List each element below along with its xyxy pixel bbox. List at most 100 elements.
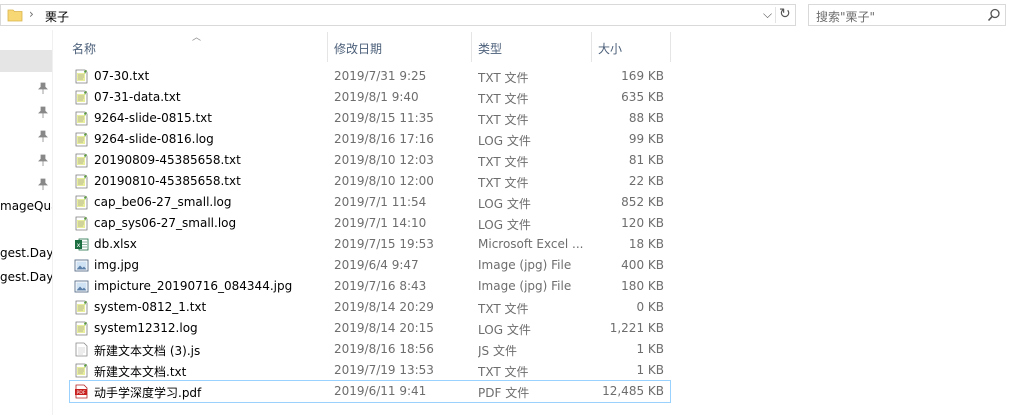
file-type: LOG 文件 xyxy=(478,134,531,148)
file-size: 169 KB xyxy=(621,69,664,83)
file-type: JS 文件 xyxy=(478,344,517,358)
navigation-pane: mageQua gest.Day.l gest.Day.l xyxy=(0,30,52,415)
address-bar[interactable]: › 栗子 ⌵ ↻ xyxy=(0,4,796,26)
file-row[interactable]: 20190809-45385658.txt 2019/8/10 12:03 TXT … xyxy=(70,150,670,171)
pin-icon[interactable] xyxy=(38,154,48,166)
file-type: Image (jpg) File xyxy=(478,258,572,272)
chevron-right-icon[interactable]: › xyxy=(29,7,34,21)
file-size: 18 KB xyxy=(628,237,664,251)
svg-text:x: x xyxy=(77,241,81,249)
file-type: TXT 文件 xyxy=(478,365,529,379)
file-size: 0 KB xyxy=(636,300,664,314)
text-file-icon xyxy=(74,132,89,147)
file-row[interactable]: 新建文本文档 (3).js 2019/8/16 18:56 JS 文件 1 KB xyxy=(70,339,670,360)
column-header-size[interactable]: 大小 xyxy=(598,36,670,60)
file-row[interactable]: 9264-slide-0816.log 2019/8/16 17:16 LOG 文件… xyxy=(70,129,670,150)
svg-text:PDF: PDF xyxy=(77,390,86,396)
text-file-icon xyxy=(74,90,89,105)
file-name: 新建文本文档 (3).js xyxy=(94,344,201,358)
file-date: 2019/8/10 12:03 xyxy=(334,153,434,167)
file-type: TXT 文件 xyxy=(478,113,529,127)
file-name: 20190810-45385658.txt xyxy=(94,174,241,188)
text-file-icon xyxy=(74,153,89,168)
pin-icon[interactable] xyxy=(38,106,48,118)
file-size: 22 KB xyxy=(628,174,664,188)
file-row[interactable]: 07-31-data.txt 2019/8/1 9:40 TXT 文件 635 KB xyxy=(70,87,670,108)
nav-selected-item[interactable] xyxy=(0,50,52,72)
pin-icon[interactable] xyxy=(38,82,48,94)
column-header-date[interactable]: 修改日期 xyxy=(334,36,470,60)
column-divider[interactable] xyxy=(471,32,472,62)
text-file-icon xyxy=(74,321,89,336)
file-type: TXT 文件 xyxy=(478,155,529,169)
pdf-file-icon: PDF xyxy=(74,384,89,399)
file-row[interactable]: img.jpg 2019/6/4 9:47 Image (jpg) File 400 … xyxy=(70,255,670,276)
file-name: system-0812_1.txt xyxy=(94,300,207,314)
file-name: img.jpg xyxy=(94,258,140,272)
chevron-down-icon[interactable]: ⌵ xyxy=(763,7,772,22)
file-date: 2019/6/4 9:47 xyxy=(334,258,419,272)
file-size: 400 KB xyxy=(621,258,664,272)
file-name: 9264-slide-0815.txt xyxy=(94,111,212,125)
file-row[interactable]: 20190810-45385658.txt 2019/8/10 12:00 TXT … xyxy=(70,171,670,192)
text-file-icon xyxy=(74,300,89,315)
file-size: 12,485 KB xyxy=(602,384,664,398)
file-size: 120 KB xyxy=(621,216,664,230)
file-name: 9264-slide-0816.log xyxy=(94,132,214,146)
file-row[interactable]: cap_sys06-27_small.log 2019/7/1 14:10 LOG … xyxy=(70,213,670,234)
breadcrumb-item[interactable]: 栗子 xyxy=(45,8,69,25)
file-size: 635 KB xyxy=(621,90,664,104)
file-type: TXT 文件 xyxy=(478,71,529,85)
js-file-icon xyxy=(74,342,89,357)
column-divider[interactable] xyxy=(670,32,671,62)
file-date: 2019/6/11 9:41 xyxy=(334,384,427,398)
file-row[interactable]: 07-30.txt 2019/7/31 9:25 TXT 文件 169 KB xyxy=(70,66,670,87)
file-row[interactable]: PDF 动手学深度学习.pdf 2019/6/11 9:41 PDF 文件 12,485… xyxy=(69,380,671,403)
file-size: 81 KB xyxy=(628,153,664,167)
search-icon[interactable] xyxy=(987,8,1001,22)
nav-item[interactable]: gest.Day.l xyxy=(0,270,52,284)
file-list: 07-30.txt 2019/7/31 9:25 TXT 文件 169 KB 07-31… xyxy=(69,66,671,403)
file-name: impicture_20190716_084344.jpg xyxy=(94,279,293,293)
file-name: cap_be06-27_small.log xyxy=(94,195,232,209)
search-input[interactable]: 搜索"栗子" xyxy=(808,4,1006,26)
text-file-icon xyxy=(74,216,89,231)
text-file-icon xyxy=(74,363,89,378)
file-size: 1 KB xyxy=(636,342,664,356)
file-type: PDF 文件 xyxy=(478,386,530,400)
file-name: db.xlsx xyxy=(94,237,137,251)
file-row[interactable]: system12312.log 2019/8/14 20:15 LOG 文件 1,22… xyxy=(70,318,670,339)
image-file-icon xyxy=(74,279,89,294)
file-row[interactable]: 新建文本文档.txt 2019/7/19 13:53 TXT 文件 1 KB xyxy=(70,360,670,381)
pin-icon[interactable] xyxy=(38,178,48,190)
file-date: 2019/7/15 19:53 xyxy=(334,237,434,251)
pin-icon[interactable] xyxy=(38,130,48,142)
column-divider[interactable] xyxy=(327,32,328,62)
file-name: 新建文本文档.txt xyxy=(94,365,187,379)
column-header-type[interactable]: 类型 xyxy=(478,36,590,60)
file-row[interactable]: cap_be06-27_small.log 2019/7/1 11:54 LOG 文… xyxy=(70,192,670,213)
folder-icon xyxy=(7,9,23,22)
text-file-icon xyxy=(74,195,89,210)
file-type: LOG 文件 xyxy=(478,218,531,232)
refresh-icon[interactable]: ↻ xyxy=(779,6,791,22)
address-separator xyxy=(775,7,776,23)
column-divider[interactable] xyxy=(591,32,592,62)
pane-divider[interactable] xyxy=(52,30,53,415)
file-size: 88 KB xyxy=(628,111,664,125)
file-row[interactable]: 9264-slide-0815.txt 2019/8/15 11:35 TXT 文件… xyxy=(70,108,670,129)
file-size: 852 KB xyxy=(621,195,664,209)
nav-item[interactable]: gest.Day.l xyxy=(0,246,52,260)
column-header-name[interactable]: 名称 xyxy=(72,36,327,60)
file-date: 2019/7/31 9:25 xyxy=(334,69,427,83)
nav-item[interactable]: mageQua xyxy=(0,199,52,213)
file-name: system12312.log xyxy=(94,321,198,335)
file-date: 2019/7/19 13:53 xyxy=(334,363,434,377)
image-file-icon xyxy=(74,258,89,273)
file-date: 2019/8/16 17:16 xyxy=(334,132,434,146)
file-row[interactable]: system-0812_1.txt 2019/8/14 20:29 TXT 文件 0 … xyxy=(70,297,670,318)
file-row[interactable]: x db.xlsx 2019/7/15 19:53 Microsoft Excel .… xyxy=(70,234,670,255)
file-type: Microsoft Excel ... xyxy=(478,237,584,251)
file-row[interactable]: impicture_20190716_084344.jpg 2019/7/16 8… xyxy=(70,276,670,297)
text-file-icon xyxy=(74,111,89,126)
